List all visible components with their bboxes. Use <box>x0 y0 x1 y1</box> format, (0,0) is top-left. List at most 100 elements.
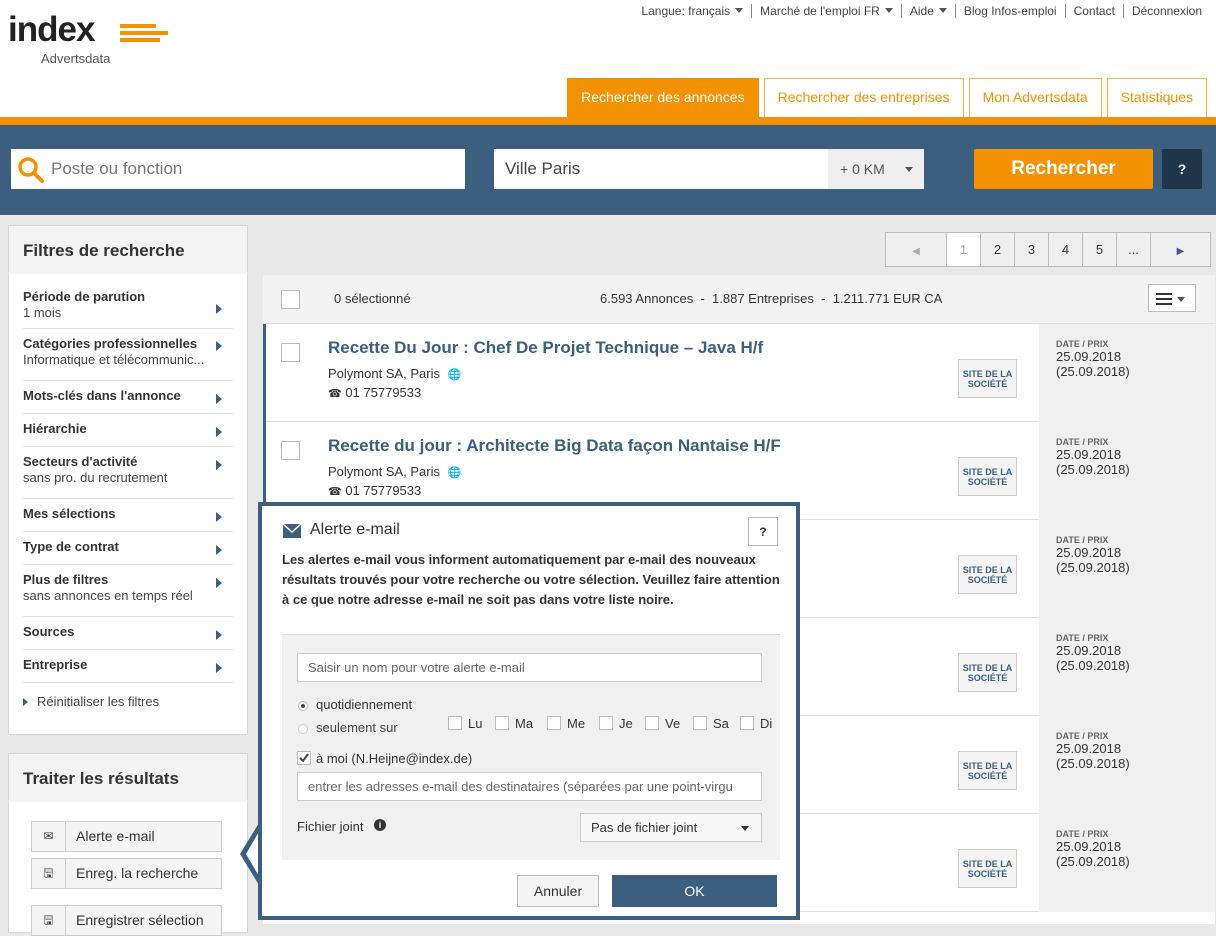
filter-hierarchy[interactable]: Hiérarchie <box>23 421 223 437</box>
company-site-badge[interactable]: SITE DE LA SOCIÉTÉ <box>958 751 1017 790</box>
envelope-icon <box>283 524 301 538</box>
day-fri-checkbox[interactable] <box>645 716 659 730</box>
day-wed-checkbox[interactable] <box>547 716 561 730</box>
info-icon[interactable]: i <box>374 819 386 831</box>
prev-icon: ◀ <box>912 246 920 257</box>
logo-bars-icon <box>120 24 168 48</box>
caret-down-icon <box>938 8 947 13</box>
filter-sources[interactable]: Sources <box>23 624 223 640</box>
chevron-right-icon <box>216 512 222 522</box>
company-site-badge[interactable]: SITE DE LA SOCIÉTÉ <box>958 359 1017 398</box>
chevron-right-icon <box>23 698 28 706</box>
search-button[interactable]: Rechercher <box>974 149 1153 189</box>
day-sat-checkbox[interactable] <box>693 716 707 730</box>
listing-row[interactable]: Recette Du Jour : Chef De Projet Techniq… <box>263 324 1215 422</box>
chevron-right-icon <box>216 304 222 314</box>
day-tue-checkbox[interactable] <box>495 716 509 730</box>
filter-company[interactable]: Entreprise <box>23 657 223 673</box>
company-site-badge[interactable]: SITE DE LA SOCIÉTÉ <box>958 457 1017 496</box>
page-1[interactable]: 1 <box>946 233 980 266</box>
only-on-radio[interactable] <box>298 724 308 734</box>
prev-page-button[interactable]: ◀ <box>886 233 946 266</box>
page-3[interactable]: 3 <box>1014 233 1048 266</box>
listing-checkbox[interactable] <box>281 441 300 460</box>
caret-down-icon <box>905 167 913 172</box>
filter-period[interactable]: Période de parution 1 mois <box>23 289 223 321</box>
dialog-title: Alerte e-mail <box>310 521 400 538</box>
tab-my-advertsdata[interactable]: Mon Advertsdata <box>968 78 1102 117</box>
day-thu-checkbox[interactable] <box>599 716 613 730</box>
tab-search-ads[interactable]: Rechercher des annonces <box>567 78 759 117</box>
header-divider <box>0 117 1216 125</box>
recipients-input[interactable]: entrer les adresses e-mail des destinata… <box>297 772 762 801</box>
header: index Advertsdata Langue: français March… <box>0 0 1216 117</box>
tab-statistics[interactable]: Statistiques <box>1106 78 1207 117</box>
filter-my-selections[interactable]: Mes sélections <box>23 506 223 522</box>
save-selection-button[interactable]: 🖫 Enregistrer sélection <box>31 905 222 936</box>
nav-help[interactable]: Aide <box>900 4 955 18</box>
nav-market[interactable]: Marché de l'emploi FR <box>751 4 901 18</box>
page-2[interactable]: 2 <box>980 233 1014 266</box>
next-icon: ▶ <box>1176 246 1185 257</box>
listing-title[interactable]: Recette du jour : Architecte Big Data fa… <box>328 436 781 456</box>
day-sun-checkbox[interactable] <box>740 716 754 730</box>
filters-panel: Filtres de recherche Période de parution… <box>8 225 248 735</box>
cancel-button[interactable]: Annuler <box>517 875 599 907</box>
page-5[interactable]: 5 <box>1082 233 1116 266</box>
list-options-button[interactable] <box>1148 284 1196 312</box>
email-alert-dialog: Alerte e-mail ? Les alertes e-mail vous … <box>258 502 800 920</box>
save-search-button[interactable]: 🖫 Enreg. la recherche <box>31 858 222 889</box>
top-navigation: Langue: français Marché de l'emploi FR A… <box>633 4 1210 18</box>
index-logo[interactable]: index Advertsdata <box>8 10 168 66</box>
day-mon-checkbox[interactable] <box>448 716 462 730</box>
date-column: DATE / PRIX 25.09.2018 (25.09.2018) <box>1039 520 1215 618</box>
ok-button[interactable]: OK <box>612 875 777 907</box>
search-icon <box>18 157 44 183</box>
caret-down-icon <box>1177 297 1185 302</box>
daily-radio[interactable] <box>298 701 308 711</box>
nav-contact[interactable]: Contact <box>1064 4 1123 18</box>
company-site-badge[interactable]: SITE DE LA SOCIÉTÉ <box>958 555 1017 594</box>
alert-form: Saisir un nom pour votre alerte e-mail q… <box>282 634 780 860</box>
company-site-badge[interactable]: SITE DE LA SOCIÉTÉ <box>958 653 1017 692</box>
search-help-button[interactable]: ? <box>1162 149 1202 189</box>
nav-logout[interactable]: Déconnexion <box>1122 4 1210 18</box>
chevron-right-icon <box>216 578 222 588</box>
filter-contract-type[interactable]: Type de contrat <box>23 539 223 555</box>
tab-search-companies[interactable]: Rechercher des entreprises <box>763 78 964 117</box>
date-column: DATE / PRIX 25.09.2018 (25.09.2018) <box>1039 618 1215 716</box>
email-alert-button[interactable]: ✉ Alerte e-mail <box>31 821 222 852</box>
dialog-help-button[interactable]: ? <box>748 517 778 546</box>
page-4[interactable]: 4 <box>1048 233 1082 266</box>
alert-name-input[interactable]: Saisir un nom pour votre alerte e-mail <box>297 653 762 682</box>
globe-icon[interactable]: 🌐 <box>448 369 462 381</box>
dialog-description: Les alertes e-mail vous informent automa… <box>282 552 780 607</box>
save-icon: 🖫 <box>32 859 66 888</box>
reset-filters-link[interactable]: Réinitialiser les filtres <box>37 694 237 710</box>
radius-select[interactable]: + 0 KM <box>828 149 924 189</box>
city-input[interactable]: Ville Paris <box>494 149 830 189</box>
to-me-checkbox[interactable] <box>297 751 311 765</box>
phone-icon: ☎ <box>328 486 342 498</box>
globe-icon[interactable]: 🌐 <box>448 467 462 479</box>
page-more[interactable]: ... <box>1116 233 1150 266</box>
date-column: DATE / PRIX 25.09.2018 (25.09.2018) <box>1039 324 1215 422</box>
nav-language[interactable]: Langue: français <box>633 4 751 18</box>
select-all-checkbox[interactable] <box>281 290 300 309</box>
listing-title[interactable]: Recette Du Jour : Chef De Projet Techniq… <box>328 338 763 358</box>
attachment-select[interactable]: Pas de fichier joint <box>580 813 762 842</box>
date-column: DATE / PRIX 25.09.2018 (25.09.2018) <box>1039 814 1215 912</box>
caret-down-icon <box>741 826 749 831</box>
filter-sectors[interactable]: Secteurs d'activité sans pro. du recrutem… <box>23 454 223 486</box>
job-search-input[interactable]: Poste ou fonction <box>11 149 465 189</box>
listing-checkbox[interactable] <box>281 343 300 362</box>
chevron-right-icon <box>216 341 222 351</box>
filter-more[interactable]: Plus de filtres sans annonces en temps ré… <box>23 572 223 604</box>
filter-keywords[interactable]: Mots-clés dans l'annonce <box>23 388 223 404</box>
next-page-button[interactable]: ▶ <box>1150 233 1210 266</box>
chevron-right-icon <box>216 630 222 640</box>
company-site-badge[interactable]: SITE DE LA SOCIÉTÉ <box>958 849 1017 888</box>
checkmark-icon <box>299 753 309 763</box>
filter-categories[interactable]: Catégories professionnelles Informatique … <box>23 336 223 368</box>
nav-blog[interactable]: Blog Infos-emploi <box>954 4 1065 18</box>
